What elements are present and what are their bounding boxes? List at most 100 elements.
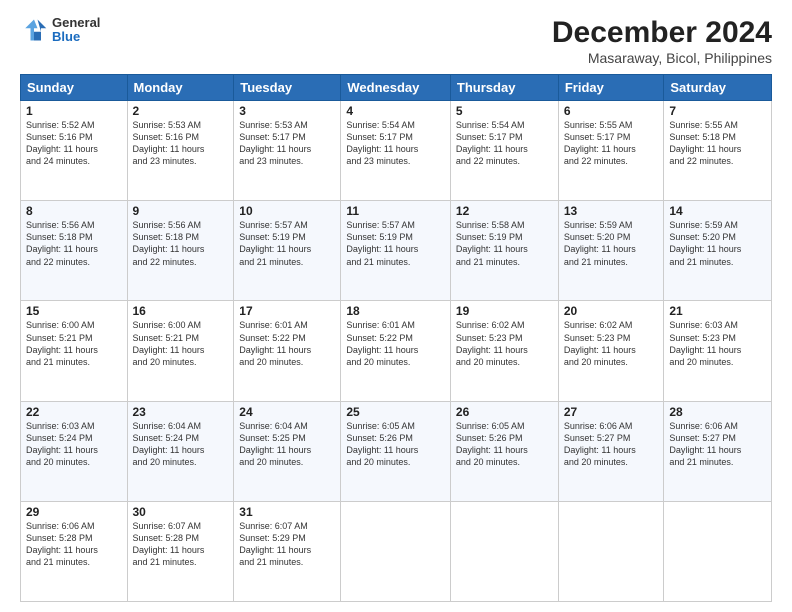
- day-number: 15: [26, 304, 122, 318]
- cell-content: Sunrise: 6:04 AM Sunset: 5:25 PM Dayligh…: [239, 420, 335, 469]
- calendar-cell: 4Sunrise: 5:54 AM Sunset: 5:17 PM Daylig…: [341, 101, 451, 201]
- calendar-cell: 5Sunrise: 5:54 AM Sunset: 5:17 PM Daylig…: [450, 101, 558, 201]
- calendar-cell: 6Sunrise: 5:55 AM Sunset: 5:17 PM Daylig…: [558, 101, 664, 201]
- calendar-cell: 18Sunrise: 6:01 AM Sunset: 5:22 PM Dayli…: [341, 301, 451, 401]
- calendar-cell: 15Sunrise: 6:00 AM Sunset: 5:21 PM Dayli…: [21, 301, 128, 401]
- day-number: 12: [456, 204, 553, 218]
- calendar-cell: 27Sunrise: 6:06 AM Sunset: 5:27 PM Dayli…: [558, 401, 664, 501]
- cell-content: Sunrise: 6:00 AM Sunset: 5:21 PM Dayligh…: [26, 319, 122, 368]
- day-number: 11: [346, 204, 445, 218]
- col-saturday: Saturday: [664, 75, 772, 101]
- calendar-cell: [664, 501, 772, 601]
- col-monday: Monday: [127, 75, 234, 101]
- logo-text: General Blue: [52, 16, 100, 45]
- calendar-cell: [341, 501, 451, 601]
- cell-content: Sunrise: 5:56 AM Sunset: 5:18 PM Dayligh…: [26, 219, 122, 268]
- cell-content: Sunrise: 5:54 AM Sunset: 5:17 PM Dayligh…: [346, 119, 445, 168]
- cell-content: Sunrise: 5:54 AM Sunset: 5:17 PM Dayligh…: [456, 119, 553, 168]
- logo-blue: Blue: [52, 30, 100, 44]
- calendar-cell: 13Sunrise: 5:59 AM Sunset: 5:20 PM Dayli…: [558, 201, 664, 301]
- cell-content: Sunrise: 6:05 AM Sunset: 5:26 PM Dayligh…: [346, 420, 445, 469]
- day-number: 2: [133, 104, 229, 118]
- day-number: 26: [456, 405, 553, 419]
- calendar-week-2: 8Sunrise: 5:56 AM Sunset: 5:18 PM Daylig…: [21, 201, 772, 301]
- calendar-cell: 28Sunrise: 6:06 AM Sunset: 5:27 PM Dayli…: [664, 401, 772, 501]
- day-number: 3: [239, 104, 335, 118]
- calendar-cell: 3Sunrise: 5:53 AM Sunset: 5:17 PM Daylig…: [234, 101, 341, 201]
- calendar-cell: 2Sunrise: 5:53 AM Sunset: 5:16 PM Daylig…: [127, 101, 234, 201]
- calendar-title: December 2024: [552, 16, 772, 50]
- cell-content: Sunrise: 6:03 AM Sunset: 5:23 PM Dayligh…: [669, 319, 766, 368]
- cell-content: Sunrise: 5:58 AM Sunset: 5:19 PM Dayligh…: [456, 219, 553, 268]
- calendar-cell: 21Sunrise: 6:03 AM Sunset: 5:23 PM Dayli…: [664, 301, 772, 401]
- cell-content: Sunrise: 5:55 AM Sunset: 5:17 PM Dayligh…: [564, 119, 659, 168]
- calendar-cell: 9Sunrise: 5:56 AM Sunset: 5:18 PM Daylig…: [127, 201, 234, 301]
- calendar-cell: 30Sunrise: 6:07 AM Sunset: 5:28 PM Dayli…: [127, 501, 234, 601]
- cell-content: Sunrise: 5:55 AM Sunset: 5:18 PM Dayligh…: [669, 119, 766, 168]
- day-number: 27: [564, 405, 659, 419]
- calendar-cell: 14Sunrise: 5:59 AM Sunset: 5:20 PM Dayli…: [664, 201, 772, 301]
- calendar-cell: 23Sunrise: 6:04 AM Sunset: 5:24 PM Dayli…: [127, 401, 234, 501]
- logo-general: General: [52, 16, 100, 30]
- day-number: 29: [26, 505, 122, 519]
- cell-content: Sunrise: 6:02 AM Sunset: 5:23 PM Dayligh…: [564, 319, 659, 368]
- calendar-cell: 1Sunrise: 5:52 AM Sunset: 5:16 PM Daylig…: [21, 101, 128, 201]
- calendar-cell: 12Sunrise: 5:58 AM Sunset: 5:19 PM Dayli…: [450, 201, 558, 301]
- cell-content: Sunrise: 6:00 AM Sunset: 5:21 PM Dayligh…: [133, 319, 229, 368]
- cell-content: Sunrise: 6:06 AM Sunset: 5:28 PM Dayligh…: [26, 520, 122, 569]
- day-number: 25: [346, 405, 445, 419]
- logo: General Blue: [20, 16, 100, 45]
- cell-content: Sunrise: 5:52 AM Sunset: 5:16 PM Dayligh…: [26, 119, 122, 168]
- title-section: December 2024 Masaraway, Bicol, Philippi…: [552, 16, 772, 66]
- day-number: 7: [669, 104, 766, 118]
- calendar-cell: [450, 501, 558, 601]
- calendar-table: Sunday Monday Tuesday Wednesday Thursday…: [20, 74, 772, 602]
- day-number: 16: [133, 304, 229, 318]
- calendar-week-3: 15Sunrise: 6:00 AM Sunset: 5:21 PM Dayli…: [21, 301, 772, 401]
- calendar-cell: 7Sunrise: 5:55 AM Sunset: 5:18 PM Daylig…: [664, 101, 772, 201]
- calendar-week-4: 22Sunrise: 6:03 AM Sunset: 5:24 PM Dayli…: [21, 401, 772, 501]
- calendar-cell: 8Sunrise: 5:56 AM Sunset: 5:18 PM Daylig…: [21, 201, 128, 301]
- header-row: Sunday Monday Tuesday Wednesday Thursday…: [21, 75, 772, 101]
- day-number: 6: [564, 104, 659, 118]
- day-number: 24: [239, 405, 335, 419]
- day-number: 28: [669, 405, 766, 419]
- calendar-cell: 10Sunrise: 5:57 AM Sunset: 5:19 PM Dayli…: [234, 201, 341, 301]
- day-number: 1: [26, 104, 122, 118]
- col-tuesday: Tuesday: [234, 75, 341, 101]
- col-sunday: Sunday: [21, 75, 128, 101]
- calendar-cell: [558, 501, 664, 601]
- day-number: 5: [456, 104, 553, 118]
- day-number: 17: [239, 304, 335, 318]
- day-number: 10: [239, 204, 335, 218]
- day-number: 23: [133, 405, 229, 419]
- day-number: 4: [346, 104, 445, 118]
- cell-content: Sunrise: 5:56 AM Sunset: 5:18 PM Dayligh…: [133, 219, 229, 268]
- calendar-week-1: 1Sunrise: 5:52 AM Sunset: 5:16 PM Daylig…: [21, 101, 772, 201]
- day-number: 19: [456, 304, 553, 318]
- cell-content: Sunrise: 5:53 AM Sunset: 5:17 PM Dayligh…: [239, 119, 335, 168]
- cell-content: Sunrise: 6:05 AM Sunset: 5:26 PM Dayligh…: [456, 420, 553, 469]
- day-number: 21: [669, 304, 766, 318]
- calendar-cell: 11Sunrise: 5:57 AM Sunset: 5:19 PM Dayli…: [341, 201, 451, 301]
- calendar-cell: 31Sunrise: 6:07 AM Sunset: 5:29 PM Dayli…: [234, 501, 341, 601]
- calendar-cell: 25Sunrise: 6:05 AM Sunset: 5:26 PM Dayli…: [341, 401, 451, 501]
- col-friday: Friday: [558, 75, 664, 101]
- day-number: 13: [564, 204, 659, 218]
- cell-content: Sunrise: 6:01 AM Sunset: 5:22 PM Dayligh…: [346, 319, 445, 368]
- calendar-cell: 22Sunrise: 6:03 AM Sunset: 5:24 PM Dayli…: [21, 401, 128, 501]
- calendar-cell: 24Sunrise: 6:04 AM Sunset: 5:25 PM Dayli…: [234, 401, 341, 501]
- cell-content: Sunrise: 5:59 AM Sunset: 5:20 PM Dayligh…: [564, 219, 659, 268]
- cell-content: Sunrise: 6:02 AM Sunset: 5:23 PM Dayligh…: [456, 319, 553, 368]
- day-number: 14: [669, 204, 766, 218]
- page: General Blue December 2024 Masaraway, Bi…: [0, 0, 792, 612]
- calendar-cell: 17Sunrise: 6:01 AM Sunset: 5:22 PM Dayli…: [234, 301, 341, 401]
- calendar-cell: 19Sunrise: 6:02 AM Sunset: 5:23 PM Dayli…: [450, 301, 558, 401]
- day-number: 9: [133, 204, 229, 218]
- cell-content: Sunrise: 6:06 AM Sunset: 5:27 PM Dayligh…: [669, 420, 766, 469]
- calendar-cell: 26Sunrise: 6:05 AM Sunset: 5:26 PM Dayli…: [450, 401, 558, 501]
- day-number: 20: [564, 304, 659, 318]
- cell-content: Sunrise: 6:07 AM Sunset: 5:28 PM Dayligh…: [133, 520, 229, 569]
- day-number: 30: [133, 505, 229, 519]
- calendar-cell: 20Sunrise: 6:02 AM Sunset: 5:23 PM Dayli…: [558, 301, 664, 401]
